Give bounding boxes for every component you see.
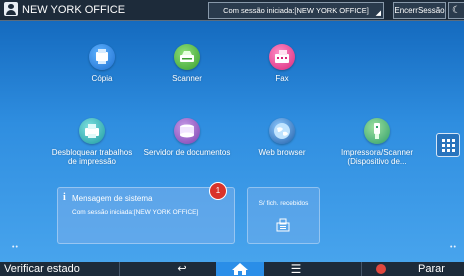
globe-icon — [269, 118, 295, 144]
grid-dot — [442, 149, 445, 152]
bottom-bar: Verificar estado ↩ ☰ Parar — [0, 262, 464, 276]
app-fax[interactable]: Fax — [232, 44, 332, 83]
session-status-text: Com sessão iniciada:[NEW YORK OFFICE] — [223, 6, 369, 15]
app-document-server-label: Servidor de documentos — [143, 148, 231, 157]
home-button[interactable] — [216, 262, 264, 276]
menu-icon: ☰ — [290, 262, 302, 276]
grid-dot — [447, 144, 450, 147]
grid-dot — [442, 139, 445, 142]
grid-dot — [452, 144, 455, 147]
moon-icon: ☾ — [452, 5, 461, 16]
system-message-body: Com sessão iniciada:[NEW YORK OFFICE] — [72, 209, 199, 216]
app-printer-scanner-device[interactable]: Impressora/Scanner (Dispositivo de... — [327, 118, 427, 166]
logout-button[interactable]: EncerrSessão — [393, 2, 446, 19]
app-scanner-label: Scanner — [172, 74, 202, 83]
app-printer-scanner-label-line1: Impressora/Scanner — [340, 148, 414, 157]
grid-dot — [452, 139, 455, 142]
usb-device-icon — [364, 118, 390, 144]
top-bar: NEW YORK OFFICE Com sessão iniciada:[NEW… — [0, 0, 464, 21]
grid-dot — [447, 149, 450, 152]
notification-badge: 1 — [209, 182, 227, 200]
menu-button[interactable]: ☰ — [266, 262, 326, 276]
grid-dot — [452, 149, 455, 152]
app-document-server[interactable]: Servidor de documentos — [137, 118, 237, 157]
app-web-browser-label: Web browser — [258, 148, 306, 157]
fax-inbox-icon — [276, 218, 290, 232]
app-unlock-label-line1: Desbloquear trabalhos — [51, 148, 133, 157]
system-message-title: Mensagem de sistema — [72, 194, 153, 203]
app-printer-scanner-label-line2: (Dispositivo de... — [347, 157, 407, 166]
office-name: NEW YORK OFFICE — [22, 4, 126, 16]
home-screen: NEW YORK OFFICE Com sessão iniciada:[NEW… — [0, 0, 464, 276]
scanner-icon — [174, 44, 200, 70]
info-icon: i — [63, 192, 66, 203]
copy-icon — [89, 44, 115, 70]
fax-received-widget[interactable]: S/ fich. recebidos — [247, 187, 320, 244]
system-message-widget[interactable]: i Mensagem de sistema Com sessão iniciad… — [57, 187, 235, 244]
home-icon — [232, 263, 248, 275]
app-scanner[interactable]: Scanner — [137, 44, 237, 83]
page-indicator-left-icon: •• — [12, 244, 19, 251]
resize-corner-icon: ◢ — [375, 10, 381, 17]
user-icon[interactable] — [4, 2, 18, 16]
app-fax-label: Fax — [275, 74, 289, 83]
unlock-print-icon — [79, 118, 105, 144]
stop-label: Parar — [418, 263, 445, 275]
document-server-icon — [174, 118, 200, 144]
back-button[interactable]: ↩ — [152, 262, 212, 276]
check-status-button[interactable]: Verificar estado — [0, 262, 120, 276]
session-status[interactable]: Com sessão iniciada:[NEW YORK OFFICE] ◢ — [208, 2, 384, 19]
grid-dot — [447, 139, 450, 142]
app-unlock-label-line2: de impressão — [67, 157, 117, 166]
grid-dot — [442, 144, 445, 147]
fax-received-label: S/ fich. recebidos — [258, 200, 309, 207]
stop-icon — [376, 264, 386, 274]
page-indicator-right-icon: •• — [450, 244, 457, 251]
stop-button[interactable]: Parar — [361, 262, 464, 276]
app-web-browser[interactable]: Web browser — [232, 118, 332, 157]
all-apps-button[interactable] — [436, 133, 460, 157]
energy-saver-button[interactable]: ☾ — [448, 2, 464, 19]
fax-icon — [269, 44, 295, 70]
app-unlock-print-jobs[interactable]: Desbloquear trabalhos de impressão — [42, 118, 142, 166]
back-arrow-icon: ↩ — [177, 263, 187, 275]
